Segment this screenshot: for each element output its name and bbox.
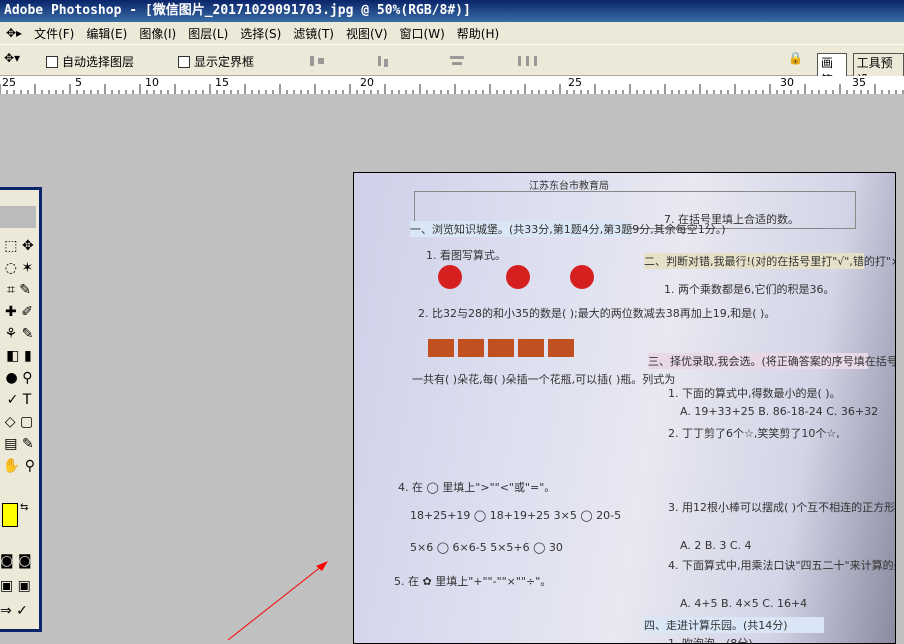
arrow-shaft	[227, 565, 323, 641]
annotation-arrow	[227, 561, 328, 641]
